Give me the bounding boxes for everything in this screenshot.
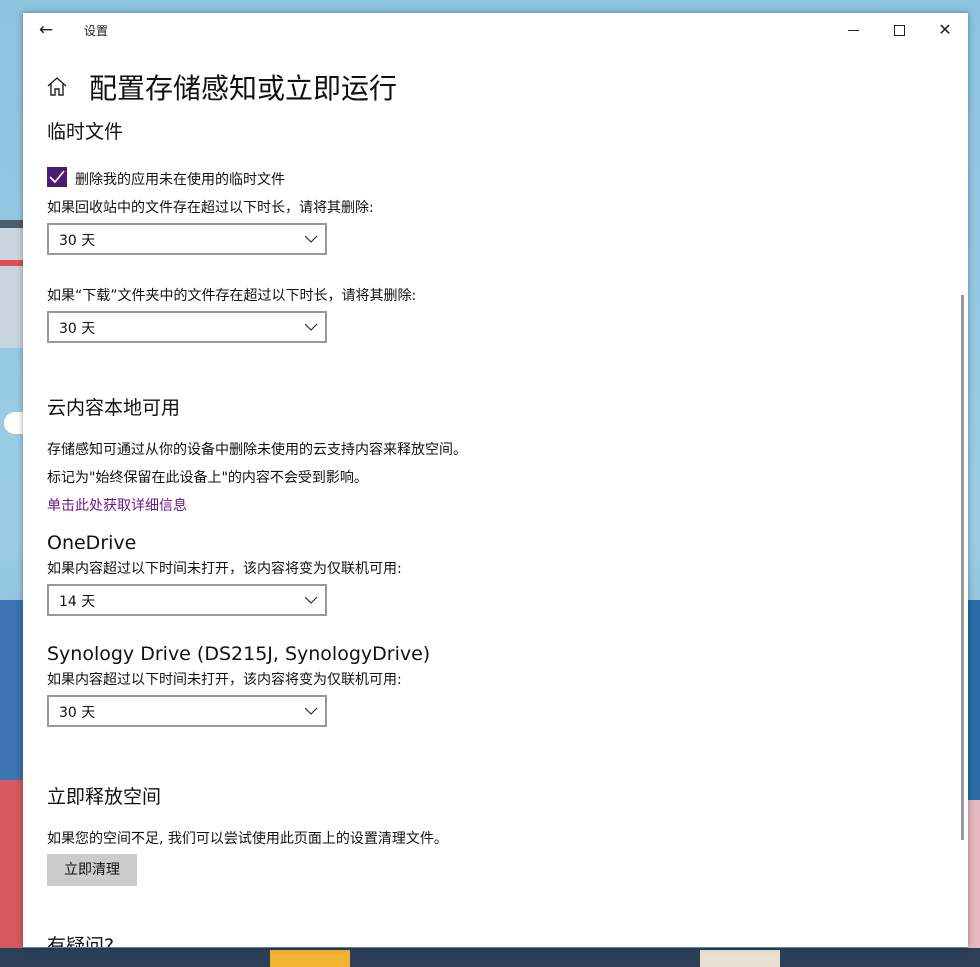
onedrive-label: 如果内容超过以下时间未打开，该内容将变为仅联机可用: bbox=[47, 561, 402, 577]
downloads-value: 30 天 bbox=[59, 321, 96, 337]
wallpaper-bus bbox=[700, 950, 780, 967]
synology-title: Synology Drive (DS215J, SynologyDrive) bbox=[47, 643, 431, 665]
settings-window: ← 设置 ✕ 配置存储感知或立即运行 临时文件 删除我的应用未在使用的临时文件 … bbox=[23, 13, 968, 947]
temp-files-heading: 临时文件 bbox=[47, 121, 124, 143]
free-space-heading: 立即释放空间 bbox=[47, 786, 162, 808]
maximize-button[interactable] bbox=[876, 13, 922, 47]
recycle-bin-dropdown[interactable]: 30 天 bbox=[47, 223, 327, 255]
onedrive-value: 14 天 bbox=[59, 594, 96, 610]
title-bar[interactable]: ← 设置 ✕ bbox=[23, 13, 968, 47]
minimize-icon bbox=[848, 30, 859, 31]
chevron-down-icon bbox=[305, 235, 317, 243]
wallpaper-stripe bbox=[0, 260, 24, 266]
checkmark-icon bbox=[49, 170, 65, 184]
onedrive-dropdown[interactable]: 14 天 bbox=[47, 584, 327, 616]
questions-heading: 有疑问? bbox=[47, 935, 115, 947]
wallpaper-building bbox=[968, 800, 980, 967]
wallpaper-building bbox=[0, 220, 24, 348]
wallpaper-bus bbox=[270, 950, 350, 967]
onedrive-title: OneDrive bbox=[47, 532, 137, 554]
minimize-button[interactable] bbox=[830, 13, 876, 47]
page-title: 配置存储感知或立即运行 bbox=[89, 72, 398, 105]
maximize-icon bbox=[894, 25, 905, 36]
delete-temp-files-label[interactable]: 删除我的应用未在使用的临时文件 bbox=[75, 169, 285, 189]
close-icon: ✕ bbox=[938, 20, 952, 39]
wallpaper-building bbox=[0, 780, 24, 967]
cloud-description: 存储感知可通过从你的设备中删除未使用的云支持内容来释放空间。 bbox=[47, 442, 467, 458]
home-icon[interactable] bbox=[45, 75, 69, 99]
synology-dropdown[interactable]: 30 天 bbox=[47, 695, 327, 727]
cloud-note: 标记为"始终保留在此设备上"的内容不会受到影响。 bbox=[47, 470, 368, 486]
downloads-dropdown[interactable]: 30 天 bbox=[47, 311, 327, 343]
recycle-bin-value: 30 天 bbox=[59, 233, 96, 249]
clean-now-button[interactable]: 立即清理 bbox=[47, 854, 137, 886]
back-arrow-icon[interactable]: ← bbox=[35, 19, 57, 41]
close-button[interactable]: ✕ bbox=[922, 13, 968, 47]
wallpaper-street bbox=[0, 948, 980, 967]
cloud-content-heading: 云内容本地可用 bbox=[47, 397, 181, 419]
downloads-label: 如果“下载”文件夹中的文件存在超过以下时长，请将其删除: bbox=[47, 288, 417, 304]
details-link[interactable]: 单击此处获取详细信息 bbox=[47, 495, 187, 515]
synology-value: 30 天 bbox=[59, 705, 96, 721]
delete-temp-files-checkbox[interactable] bbox=[47, 167, 67, 187]
chevron-down-icon bbox=[305, 323, 317, 331]
synology-label: 如果内容超过以下时间未打开，该内容将变为仅联机可用: bbox=[47, 672, 402, 688]
vertical-scrollbar[interactable] bbox=[961, 295, 964, 840]
free-space-description: 如果您的空间不足, 我们可以尝试使用此页面上的设置清理文件。 bbox=[47, 831, 448, 847]
chevron-down-icon bbox=[305, 707, 317, 715]
recycle-bin-label: 如果回收站中的文件存在超过以下时长，请将其删除: bbox=[47, 200, 374, 216]
window-title: 设置 bbox=[84, 24, 109, 38]
chevron-down-icon bbox=[305, 596, 317, 604]
